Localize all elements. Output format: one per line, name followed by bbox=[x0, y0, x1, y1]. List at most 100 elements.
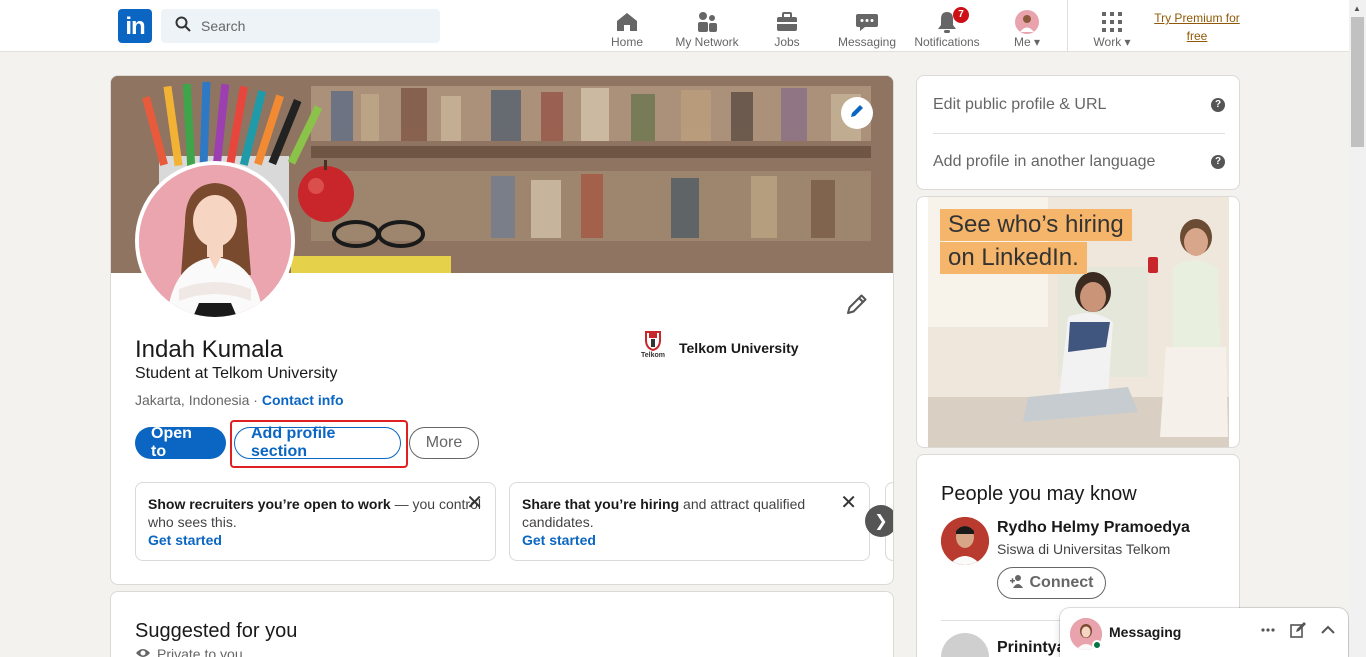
nav-notifications[interactable]: 7 Notifications bbox=[912, 5, 982, 49]
nav-home[interactable]: Home bbox=[607, 5, 647, 49]
person-info: Rydho Helmy Pramoedya Siswa di Universit… bbox=[997, 517, 1190, 599]
help-icon[interactable]: ? bbox=[1211, 155, 1225, 169]
person-avatar[interactable] bbox=[941, 517, 989, 565]
scroll-up-arrow-icon[interactable]: ▲ bbox=[1353, 4, 1361, 13]
person-headline: Siswa di Universitas Telkom bbox=[997, 541, 1171, 557]
education-name: Telkom University bbox=[679, 340, 799, 356]
suggested-title: Suggested for you bbox=[135, 620, 298, 642]
ad-image: See who’s hiring on LinkedIn. bbox=[928, 197, 1229, 447]
bell-icon: 7 bbox=[935, 7, 969, 35]
grid-icon bbox=[1101, 9, 1123, 35]
promo-1-text: Show recruiters you’re open to work — yo… bbox=[148, 496, 481, 530]
add-person-icon bbox=[1009, 574, 1024, 593]
messaging-actions bbox=[1260, 622, 1336, 643]
chevron-up-icon[interactable] bbox=[1320, 622, 1336, 643]
chevron-down-icon: ▾ bbox=[1033, 35, 1041, 49]
nav-me-label-wrap: Me ▾ bbox=[1014, 35, 1040, 49]
more-button[interactable]: More bbox=[409, 427, 479, 459]
linkedin-logo[interactable]: in bbox=[118, 9, 152, 43]
nav-my-network[interactable]: My Network bbox=[672, 5, 742, 49]
private-label: Private to you bbox=[157, 646, 243, 657]
premium-line-2: free bbox=[1186, 29, 1208, 43]
nav-work[interactable]: Work ▾ bbox=[1090, 5, 1134, 49]
more-options-icon[interactable] bbox=[1260, 622, 1276, 643]
close-icon[interactable]: ✕ bbox=[840, 493, 857, 513]
home-icon bbox=[615, 9, 639, 35]
connect-button[interactable]: Connect bbox=[997, 567, 1106, 599]
ad-headline-line-2: on LinkedIn. bbox=[940, 242, 1087, 274]
profile-card: Indah Kumala Student at Telkom Universit… bbox=[110, 75, 894, 585]
ad-headline-line-1: See who’s hiring bbox=[940, 209, 1132, 241]
person-name[interactable]: Prinintya bbox=[997, 637, 1065, 657]
search-icon bbox=[175, 16, 191, 37]
person-name[interactable]: Rydho Helmy Pramoedya bbox=[997, 517, 1190, 539]
divider bbox=[933, 133, 1225, 134]
top-navigation: in Home My Network Jobs Messaging 7 bbox=[0, 0, 1349, 52]
highlight-box bbox=[230, 420, 408, 468]
search-bar[interactable] bbox=[161, 9, 440, 43]
nav-me-label: Me bbox=[1013, 35, 1031, 49]
pencil-icon bbox=[849, 103, 865, 124]
promo-2-bold: Share that you’re hiring bbox=[522, 496, 680, 512]
hiring-promo: Share that you’re hiring and attract qua… bbox=[509, 482, 870, 561]
nav-me[interactable]: Me ▾ bbox=[1010, 5, 1044, 49]
connect-label: Connect bbox=[1029, 574, 1094, 591]
promo-2-get-started-link[interactable]: Get started bbox=[522, 531, 857, 549]
edit-intro-icon[interactable] bbox=[845, 292, 869, 321]
location-separator: · bbox=[253, 392, 258, 408]
edit-public-profile-label: Edit public profile & URL bbox=[933, 96, 1107, 113]
premium-line-1: Try Premium for bbox=[1154, 11, 1240, 25]
profile-location: Jakarta, Indonesia bbox=[135, 392, 250, 408]
profile-headline: Student at Telkom University bbox=[135, 365, 338, 382]
promo-2-text: Share that you’re hiring and attract qua… bbox=[522, 496, 805, 530]
education-entry[interactable]: Telkom Telkom University bbox=[639, 330, 799, 366]
profile-photo[interactable] bbox=[135, 161, 295, 321]
avatar-icon bbox=[1015, 9, 1039, 35]
nav-messaging-label: Messaging bbox=[837, 35, 897, 49]
try-premium-link[interactable]: Try Premium for free bbox=[1148, 9, 1246, 45]
promo-1-bold: Show recruiters you’re open to work bbox=[148, 496, 391, 512]
pymk-title: People you may know bbox=[941, 483, 1137, 505]
suggested-subtitle: Private to you bbox=[135, 646, 243, 657]
suggested-person: Rydho Helmy Pramoedya Siswa di Universit… bbox=[941, 517, 1190, 599]
network-icon bbox=[695, 9, 719, 35]
search-input[interactable] bbox=[201, 18, 421, 34]
nav-divider bbox=[1067, 0, 1068, 52]
messaging-dock[interactable]: Messaging bbox=[1060, 608, 1348, 657]
briefcase-icon bbox=[775, 9, 799, 35]
close-icon[interactable]: ✕ bbox=[466, 493, 483, 513]
open-to-button[interactable]: Open to bbox=[135, 425, 226, 460]
add-language-label: Add profile in another language bbox=[933, 153, 1156, 170]
telkom-logo-text: Telkom bbox=[641, 352, 665, 359]
messaging-label: Messaging bbox=[1109, 624, 1182, 640]
profile-settings-card: Edit public profile & URL ? Add profile … bbox=[916, 75, 1240, 190]
telkom-university-logo: Telkom bbox=[639, 330, 667, 366]
open-to-work-promo: Show recruiters you’re open to work — yo… bbox=[135, 482, 496, 561]
page-scrollbar[interactable]: ▲ bbox=[1349, 0, 1366, 657]
nav-messaging[interactable]: Messaging bbox=[837, 5, 897, 49]
edit-public-profile-link[interactable]: Edit public profile & URL ? bbox=[933, 96, 1225, 114]
nav-work-label-wrap: Work ▾ bbox=[1093, 35, 1130, 49]
scrollbar-thumb[interactable] bbox=[1351, 17, 1364, 147]
carousel-next-button[interactable]: ❯ bbox=[865, 505, 893, 537]
nav-work-label: Work bbox=[1093, 35, 1122, 49]
chevron-right-icon: ❯ bbox=[874, 513, 888, 530]
help-icon[interactable]: ? bbox=[1211, 98, 1225, 112]
add-language-profile-link[interactable]: Add profile in another language ? bbox=[933, 153, 1225, 171]
nav-jobs[interactable]: Jobs bbox=[770, 5, 804, 49]
suggested-person: Prinintya bbox=[941, 633, 1065, 657]
nav-jobs-label: Jobs bbox=[774, 35, 800, 49]
promo-1-get-started-link[interactable]: Get started bbox=[148, 531, 483, 549]
contact-info-link[interactable]: Contact info bbox=[262, 392, 344, 408]
ad-card[interactable]: See who’s hiring on LinkedIn. bbox=[916, 196, 1240, 448]
nav-notifications-label: Notifications bbox=[914, 35, 980, 49]
person-avatar[interactable] bbox=[941, 633, 989, 657]
profile-location-row: Jakarta, Indonesia · Contact info bbox=[135, 392, 344, 408]
nav-home-label: Home bbox=[610, 35, 643, 49]
edit-cover-button[interactable] bbox=[841, 97, 873, 129]
notification-badge: 7 bbox=[953, 7, 969, 23]
compose-icon[interactable] bbox=[1290, 622, 1306, 643]
chevron-down-icon: ▾ bbox=[1124, 35, 1131, 49]
nav-my-network-label: My Network bbox=[675, 35, 739, 49]
messaging-icon bbox=[855, 9, 879, 35]
